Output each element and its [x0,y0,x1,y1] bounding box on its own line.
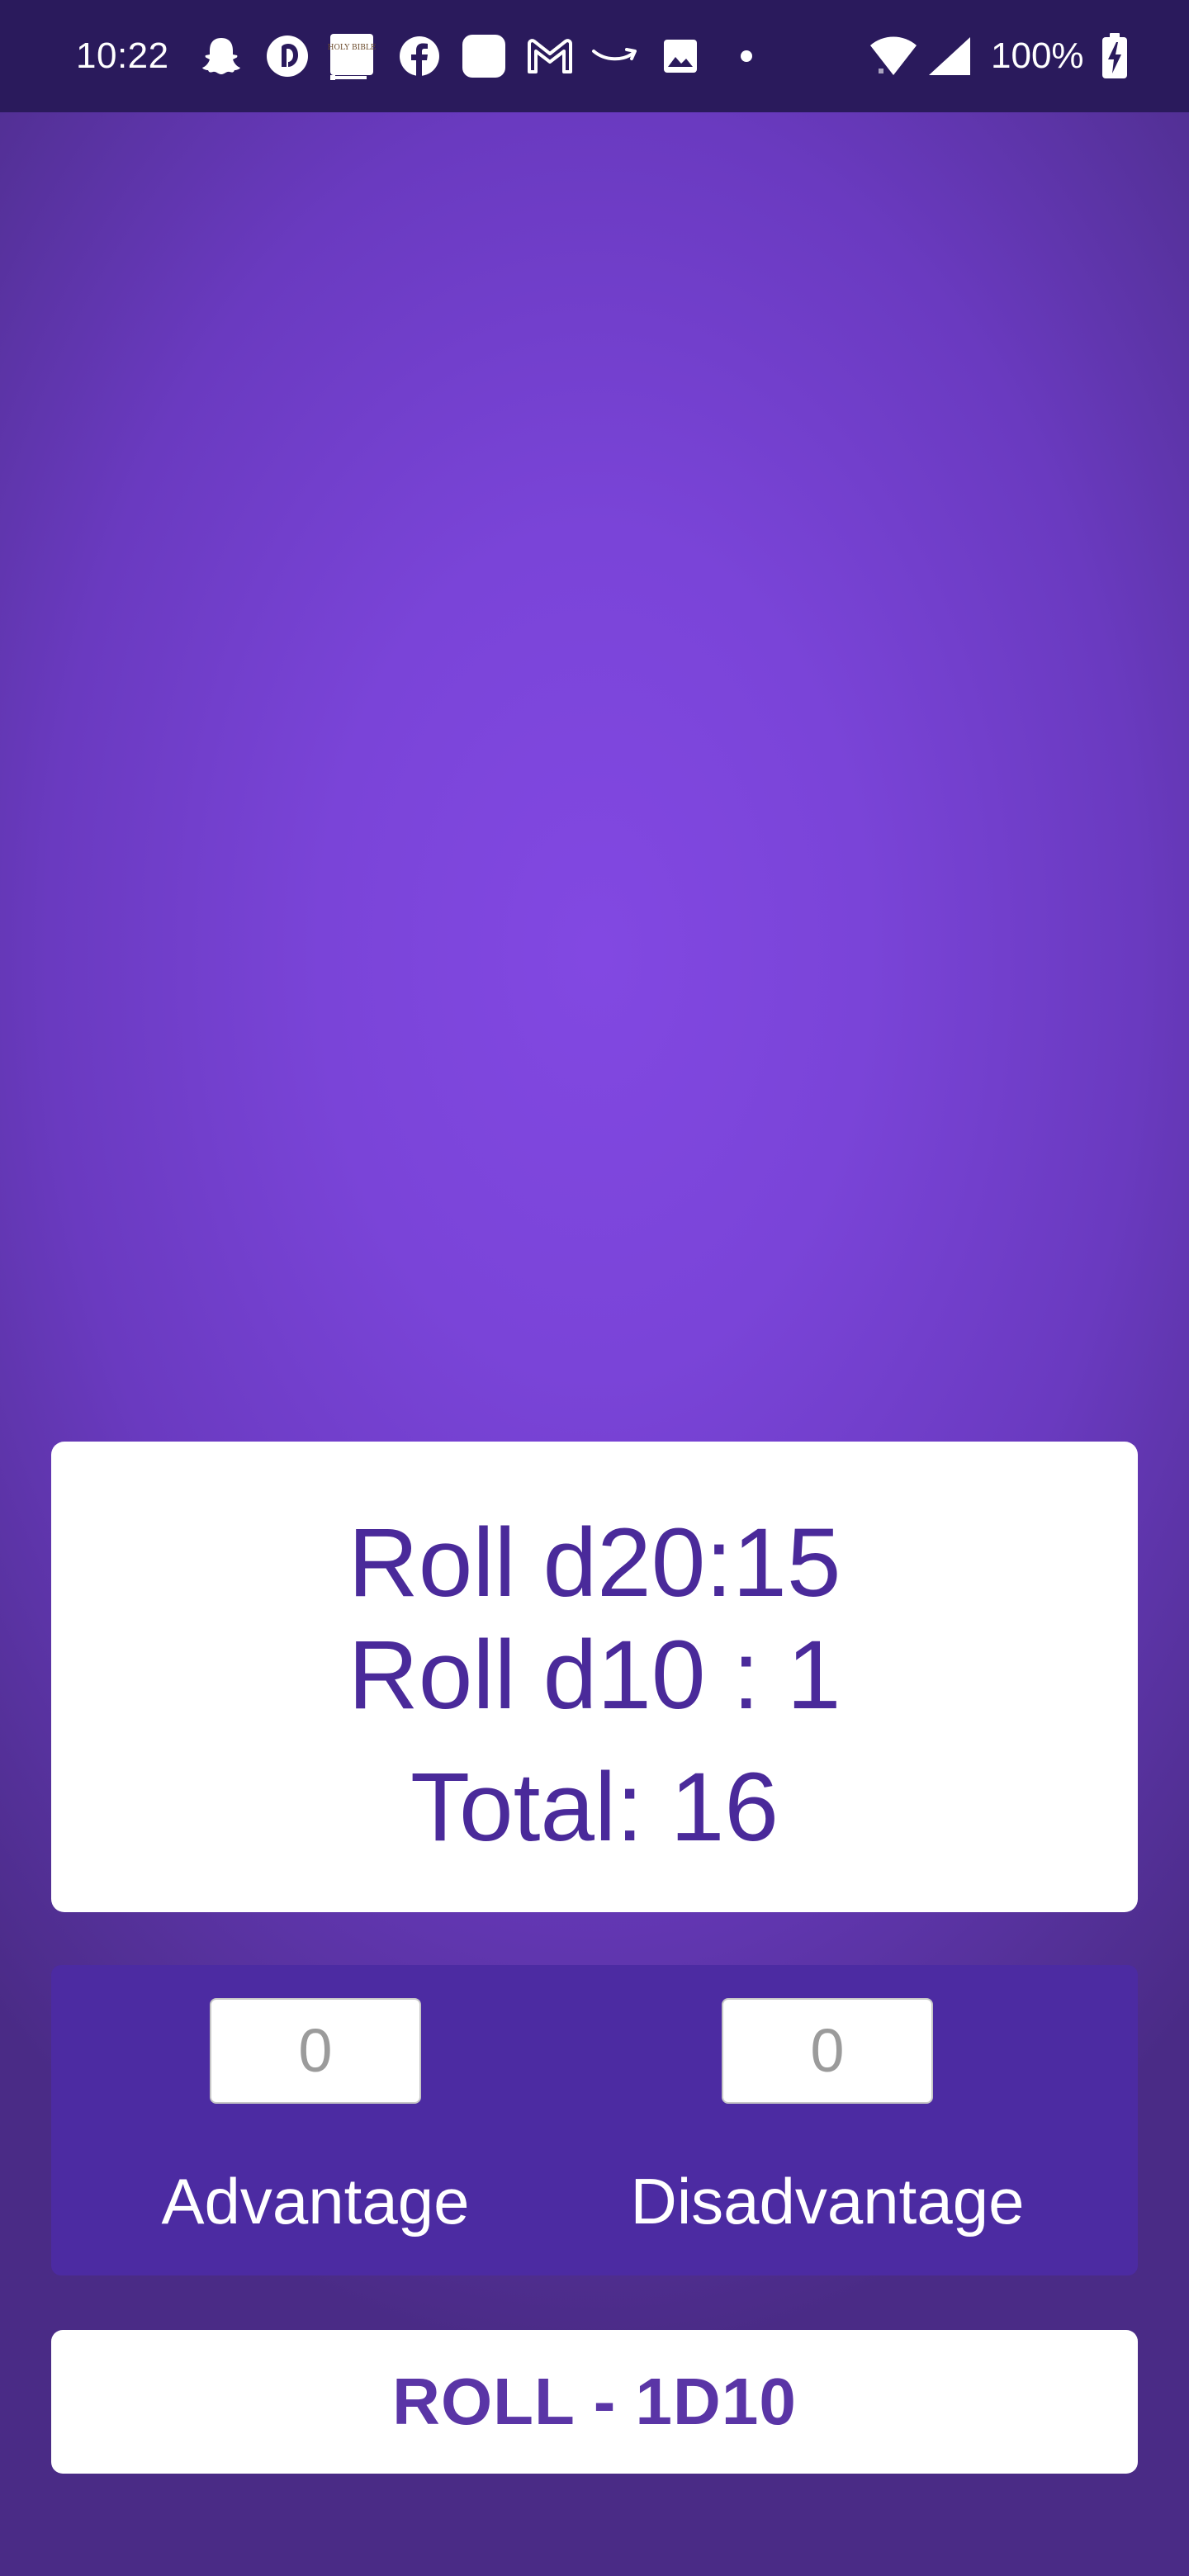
gallery-icon [656,30,705,83]
gmail-icon [525,30,575,83]
battery-percent: 100% [991,36,1084,76]
d20-roll-result: Roll d20:15 [348,1508,841,1617]
d10-roll-result: Roll d10 : 1 [348,1621,841,1730]
bible-icon: HOLY BIBLE [327,30,377,83]
disadvantage-input[interactable]: 0 [722,1998,933,2104]
app-square-icon [459,30,509,83]
advantage-input[interactable]: 0 [210,1998,421,2104]
battery-charging-icon [1090,30,1139,83]
bible-icon-text: HOLY BIBLE [328,44,377,52]
threads-icon [263,30,312,83]
facebook-icon [395,30,444,83]
signal-icon [925,30,974,83]
wifi-icon [869,30,918,83]
dot-icon [722,30,771,83]
disadvantage-label: Disadvantage [630,2165,1025,2237]
advantage-label: Advantage [161,2165,470,2237]
total-result: Total: 16 [410,1753,779,1862]
roll-result-card: Roll d20:15 Roll d10 : 1 Total: 16 [51,1442,1138,1912]
snapchat-icon [197,30,246,83]
modifier-panel: 0 0 Advantage Disadvantage [51,1965,1138,2275]
status-time: 10:22 [76,36,169,76]
roll-button[interactable]: ROLL - 1D10 [51,2330,1138,2474]
status-bar: 10:22 HOLY BIBLE 100% [0,0,1189,112]
amazon-icon [590,30,639,83]
